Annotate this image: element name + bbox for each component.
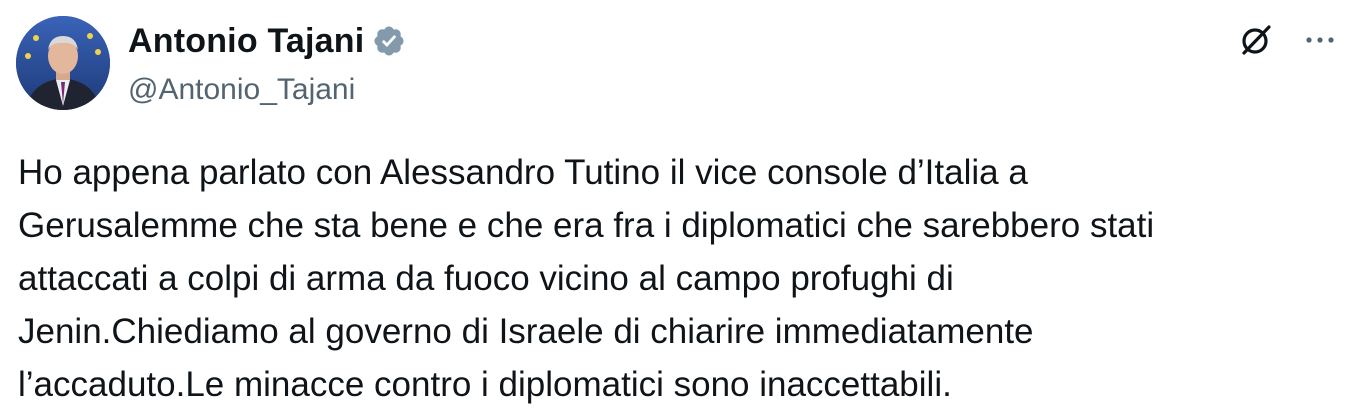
tweet-text-line: Ho appena parlato con Alessandro Tutino … <box>18 153 1028 192</box>
user-handle[interactable]: @Antonio_Tajani <box>128 70 406 110</box>
tweet-text-line: attaccati a colpi di arma da fuoco vicin… <box>18 259 954 298</box>
tweet-actions <box>1238 22 1338 58</box>
tweet-text: Ho appena parlato con Alessandro Tutino … <box>18 146 1348 411</box>
more-options-icon[interactable] <box>1302 22 1338 58</box>
author-block: Antonio Tajani @Antonio_Tajani <box>128 16 406 110</box>
verified-badge-icon <box>372 24 406 58</box>
profile-photo <box>16 16 110 110</box>
tweet-card: Antonio Tajani @Antonio_Tajani Ho appena… <box>0 0 1360 418</box>
tweet-text-line: Gerusalemme che sta bene e che era fra i… <box>18 206 1155 245</box>
tweet-text-line: l’accaduto.Le minacce contro i diplomati… <box>18 365 952 404</box>
display-name[interactable]: Antonio Tajani <box>128 22 364 61</box>
avatar[interactable] <box>16 16 110 110</box>
name-row: Antonio Tajani <box>128 16 406 66</box>
grok-icon[interactable] <box>1238 22 1274 58</box>
tweet-text-line: Jenin.Chiediamo al governo di Israele di… <box>18 312 1034 351</box>
